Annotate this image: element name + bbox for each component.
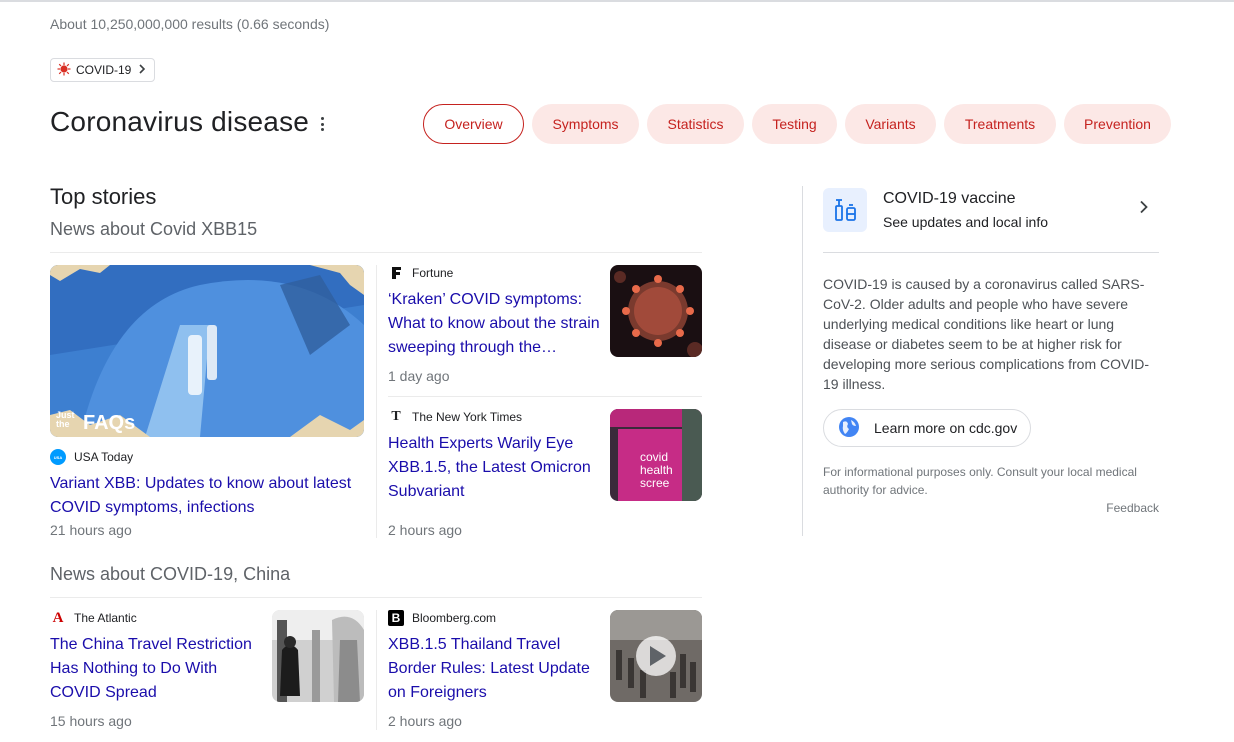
result-stats: About 10,250,000,000 results (0.66 secon… xyxy=(50,16,330,32)
story-time: 21 hours ago xyxy=(50,522,132,538)
top-stories-heading: Top stories xyxy=(50,184,157,209)
story-time: 15 hours ago xyxy=(50,713,132,729)
source-name: The New York Times xyxy=(412,410,523,424)
overlay-faqs: FAQs xyxy=(83,412,136,434)
nyt-logo-icon: T xyxy=(391,409,401,424)
story-headline[interactable]: The China Travel Restriction Has Nothing… xyxy=(50,633,260,705)
tab-testing[interactable]: Testing xyxy=(752,104,837,144)
source-bloomberg: B Bloomberg.com xyxy=(388,610,496,626)
more-vert-icon[interactable] xyxy=(316,115,328,133)
chip-label: COVID-19 xyxy=(76,63,132,77)
covid-description: COVID-19 is caused by a coronavirus call… xyxy=(823,276,1150,392)
story-thumbnail[interactable]: covid health scree xyxy=(610,409,702,501)
learn-more-label: Learn more on cdc.gov xyxy=(874,420,1018,436)
column-divider xyxy=(376,265,377,538)
chevron-right-icon xyxy=(138,63,146,77)
tab-treatments[interactable]: Treatments xyxy=(944,104,1056,144)
usa-today-logo-icon: USA xyxy=(50,449,66,465)
svg-text:USA: USA xyxy=(54,455,63,460)
story-time: 2 hours ago xyxy=(388,713,462,729)
story-headline[interactable]: XBB.1.5 Thailand Travel Border Rules: La… xyxy=(388,633,600,705)
image-overlay-text: Just the xyxy=(56,411,75,429)
vaccine-title: COVID-19 vaccine xyxy=(883,190,1016,207)
section-subheading[interactable]: News about Covid XBB15 xyxy=(50,219,257,240)
virus-icon xyxy=(57,62,71,79)
source-name: Fortune xyxy=(412,266,454,280)
disclaimer: For informational purposes only. Consult… xyxy=(823,465,1137,497)
covid-chip[interactable]: COVID-19 xyxy=(50,58,156,82)
divider xyxy=(823,252,1159,253)
source-usa-today: USA USA Today xyxy=(50,449,133,465)
story-thumbnail[interactable] xyxy=(272,610,364,702)
lead-story-headline[interactable]: Variant XBB: Updates to know about lates… xyxy=(50,472,360,520)
fortune-logo-icon xyxy=(388,265,404,281)
source-fortune: Fortune xyxy=(388,265,453,281)
source-name: USA Today xyxy=(74,450,134,464)
tab-symptoms[interactable]: Symptoms xyxy=(532,104,639,144)
panel-divider xyxy=(802,186,803,536)
thumb-text: covid health scree xyxy=(640,450,673,490)
story-time: 1 day ago xyxy=(388,368,450,384)
source-nyt: T The New York Times xyxy=(388,409,522,425)
divider xyxy=(50,252,702,253)
atlantic-logo-icon: A xyxy=(52,609,64,626)
tab-statistics[interactable]: Statistics xyxy=(647,104,744,144)
divider xyxy=(388,396,702,397)
story-headline[interactable]: ‘Kraken’ COVID symptoms: What to know ab… xyxy=(388,288,600,360)
source-atlantic: A The Atlantic xyxy=(50,610,137,626)
story-video-thumbnail[interactable] xyxy=(610,610,702,702)
top-divider xyxy=(0,0,1234,2)
learn-more-button[interactable]: Learn more on cdc.gov xyxy=(823,409,1031,447)
vaccine-subtitle: See updates and local info xyxy=(883,214,1049,230)
overlay-line2: the xyxy=(56,419,70,429)
story-thumbnail[interactable] xyxy=(610,265,702,357)
globe-icon xyxy=(838,416,860,441)
tab-variants[interactable]: Variants xyxy=(845,104,936,144)
source-name: Bloomberg.com xyxy=(412,611,497,625)
page-title: Coronavirus disease xyxy=(50,106,310,137)
source-name: The Atlantic xyxy=(74,611,137,625)
chevron-right-icon xyxy=(1139,200,1149,219)
tab-overview[interactable]: Overview xyxy=(423,104,524,144)
story-headline[interactable]: Health Experts Warily Eye XBB.1.5, the L… xyxy=(388,432,600,504)
divider xyxy=(50,597,702,598)
section-subheading[interactable]: News about COVID-19, China xyxy=(50,564,290,585)
column-divider xyxy=(376,610,377,730)
vaccine-card[interactable]: COVID-19 vaccine See updates and local i… xyxy=(823,186,1159,232)
bloomberg-logo-icon: B xyxy=(388,610,404,626)
story-time: 2 hours ago xyxy=(388,522,462,538)
lead-story-image[interactable]: Just the FAQs xyxy=(50,265,364,437)
vaccine-icon xyxy=(823,188,867,232)
feedback-link[interactable]: Feedback xyxy=(823,501,1159,515)
tab-prevention[interactable]: Prevention xyxy=(1064,104,1171,144)
